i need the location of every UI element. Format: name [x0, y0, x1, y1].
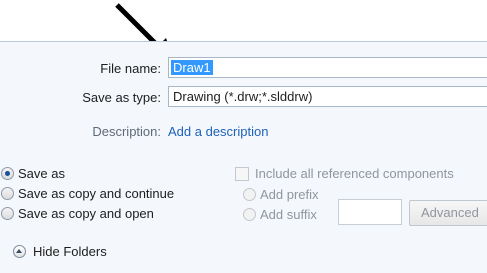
add-suffix-label: Add suffix [260, 207, 317, 222]
advanced-button[interactable]: Advanced [409, 200, 487, 226]
radio-save-as-copy-open[interactable]: Save as copy and open [1, 206, 154, 221]
file-name-label: File name: [100, 61, 161, 76]
file-name-value: Draw1 [171, 60, 213, 75]
description-label: Description: [92, 124, 161, 139]
add-description-link[interactable]: Add a description [168, 124, 268, 139]
hide-folders-toggle[interactable]: Hide Folders [13, 244, 107, 259]
radio-save-as-label: Save as [18, 166, 65, 181]
save-as-type-select[interactable]: Drawing (*.drw;*.slddrw) [168, 86, 487, 107]
hide-folders-label: Hide Folders [33, 244, 107, 259]
radio-icon [1, 207, 14, 220]
add-prefix-label: Add prefix [260, 187, 319, 202]
prefix-suffix-input[interactable] [338, 199, 402, 225]
radio-add-prefix[interactable]: Add prefix [243, 187, 319, 202]
checkbox-icon [235, 166, 249, 181]
save-dialog: File name: Draw1 Save as type: Drawing (… [0, 41, 487, 273]
radio-save-as-copy-continue-label: Save as copy and continue [18, 186, 175, 201]
radio-selected-icon [1, 167, 14, 180]
radio-save-as-copy-continue[interactable]: Save as copy and continue [1, 186, 174, 201]
radio-save-as-copy-open-label: Save as copy and open [18, 206, 154, 221]
radio-add-suffix[interactable]: Add suffix [243, 207, 317, 222]
radio-icon [1, 187, 14, 200]
save-as-type-label: Save as type: [82, 90, 161, 105]
radio-save-as[interactable]: Save as [1, 166, 65, 181]
include-referenced-checkbox[interactable]: Include all referenced components [235, 166, 454, 181]
include-referenced-label: Include all referenced components [255, 166, 454, 181]
radio-icon [243, 188, 256, 201]
file-name-input[interactable]: Draw1 [168, 57, 487, 78]
radio-icon [243, 208, 256, 221]
collapse-icon [13, 245, 26, 258]
save-as-type-value: Drawing (*.drw;*.slddrw) [173, 89, 313, 104]
